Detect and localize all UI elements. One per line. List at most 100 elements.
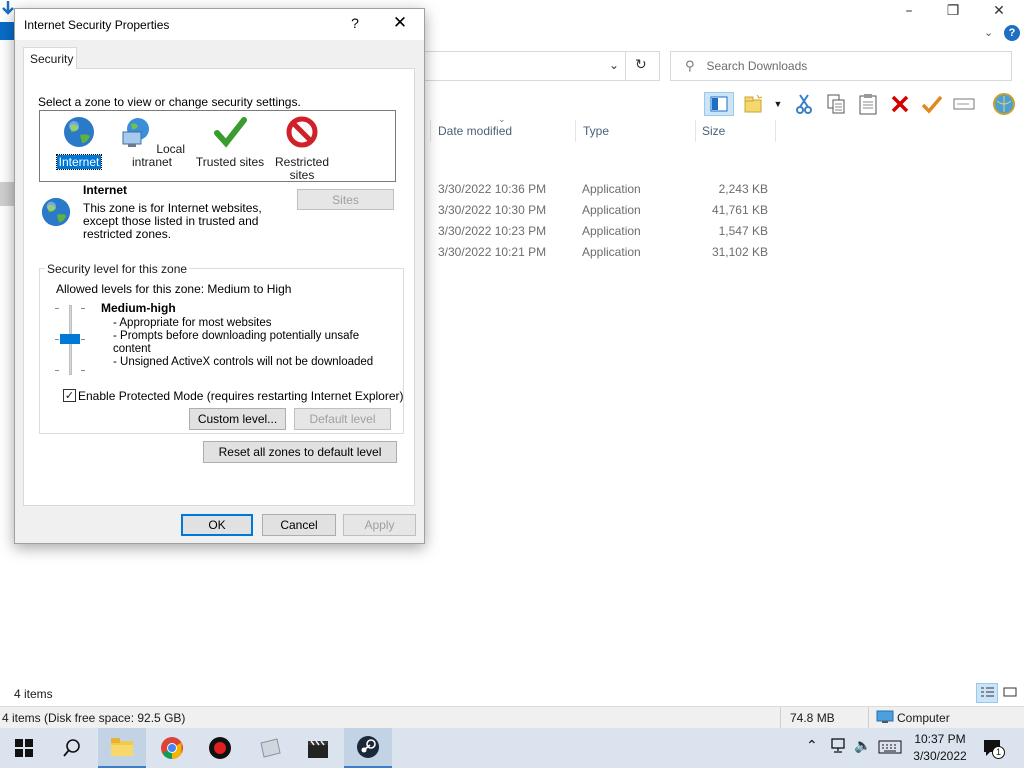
zone-list: Internet Local intranet Trusted sites Re… [39, 110, 396, 182]
search-input[interactable]: ⚲ Search Downloads [670, 51, 1012, 81]
address-bar[interactable]: ⌄ ↻ [424, 51, 660, 81]
security-level-name: Medium-high [101, 301, 176, 315]
rename-icon[interactable] [952, 92, 976, 116]
level-bullet: - Unsigned ActiveX controls will not be … [113, 356, 374, 368]
status-disk-space: 4 items (Disk free space: 92.5 GB) [2, 711, 186, 725]
system-clock[interactable]: 10:37 PM 3/30/2022 [908, 731, 972, 765]
zone-description-line1: This zone is for Internet websites, [83, 201, 262, 215]
zone-restricted-sites[interactable]: Restricted sites [272, 115, 332, 182]
keyboard-icon[interactable] [878, 740, 902, 758]
protected-mode-label: Enable Protected Mode (requires restarti… [78, 389, 404, 403]
item-count: 4 items [14, 687, 53, 701]
default-level-button[interactable]: Default level [294, 408, 391, 430]
zone-local-intranet[interactable]: Local intranet [116, 115, 188, 169]
folder-icon [111, 738, 133, 756]
computer-icon [876, 710, 894, 727]
file-size: 41,761 KB [711, 203, 768, 217]
file-explorer-taskbar-button[interactable] [98, 728, 146, 768]
start-button[interactable] [0, 728, 48, 768]
chrome-taskbar-button[interactable] [148, 728, 196, 768]
restricted-icon [286, 116, 318, 148]
tab-security[interactable]: Security [23, 47, 77, 69]
minimize-button[interactable]: – [886, 0, 932, 22]
reset-all-zones-button[interactable]: Reset all zones to default level [203, 441, 397, 463]
recorder-taskbar-button[interactable] [196, 728, 244, 768]
help-button[interactable]: ? [344, 15, 366, 31]
column-header-type[interactable]: Type [583, 124, 609, 142]
notification-center-icon[interactable]: 1 [982, 738, 1005, 763]
steam-taskbar-button[interactable] [344, 728, 392, 768]
close-icon[interactable]: ✕ [388, 13, 412, 33]
file-date: 3/30/2022 10:30 PM [438, 203, 547, 217]
status-location: Computer [897, 711, 950, 725]
windows-logo-icon [15, 739, 33, 757]
search-taskbar-button[interactable] [48, 728, 96, 768]
slider-thumb[interactable] [60, 334, 80, 344]
zone-label-line2: sites [289, 168, 315, 182]
level-bullet: - Prompts before downloading potentially… [113, 330, 360, 342]
chrome-icon [161, 737, 183, 759]
clock-date: 3/30/2022 [913, 749, 967, 763]
protected-mode-checkbox[interactable]: ✓ [63, 389, 76, 402]
dialog-title-bar: Internet Security Properties ? ✕ [15, 9, 424, 40]
network-icon[interactable] [830, 738, 848, 758]
dropdown-arrow-icon[interactable]: ▼ [772, 92, 784, 116]
record-icon [209, 737, 231, 759]
file-size: 31,102 KB [711, 245, 768, 259]
zone-label: Trusted sites [195, 155, 265, 169]
file-date: 3/30/2022 10:23 PM [438, 224, 547, 238]
zone-description-line2: except those listed in trusted and [83, 214, 259, 228]
ok-button[interactable]: OK [181, 514, 253, 536]
maximize-button[interactable]: ❐ [930, 0, 976, 22]
delete-icon[interactable] [888, 92, 912, 116]
zone-label: Internet [55, 154, 103, 170]
preview-pane-icon[interactable] [704, 92, 734, 116]
new-folder-icon[interactable] [742, 92, 766, 116]
column-header-date[interactable]: Date modified [438, 124, 512, 142]
search-placeholder: Search Downloads [706, 59, 808, 73]
tray-overflow-icon[interactable]: ⌃ [806, 738, 818, 754]
level-bullet: - Appropriate for most websites [113, 317, 272, 329]
quick-access-strip [0, 22, 14, 40]
file-size: 2,243 KB [718, 182, 768, 196]
copy-icon[interactable] [824, 92, 848, 116]
zone-description-line3: restricted zones. [83, 227, 172, 241]
file-type: Application [582, 203, 641, 217]
selected-zone-name: Internet [83, 183, 128, 197]
globe-icon [64, 117, 94, 147]
tablet-icon [260, 738, 281, 758]
file-type: Application [582, 245, 641, 259]
video-editor-taskbar-button[interactable] [294, 728, 342, 768]
refresh-icon[interactable]: ↻ [635, 57, 647, 73]
clapperboard-icon [308, 740, 328, 758]
help-icon[interactable]: ? [1004, 25, 1020, 41]
status-selection-size: 74.8 MB [790, 711, 835, 725]
close-window-button[interactable]: ✕ [976, 0, 1022, 22]
file-date: 3/30/2022 10:21 PM [438, 245, 547, 259]
large-icons-view-icon[interactable] [1002, 685, 1018, 702]
volume-icon[interactable]: 🔈 [854, 738, 871, 754]
sites-button[interactable]: Sites [297, 189, 394, 210]
left-nav-highlight [0, 182, 14, 206]
zone-trusted-sites[interactable]: Trusted sites [194, 115, 266, 169]
security-level-group-title: Security level for this zone [45, 262, 190, 276]
ribbon-expand-icon[interactable]: ⌄ [984, 26, 993, 39]
file-type: Application [582, 182, 641, 196]
cancel-button[interactable]: Cancel [262, 514, 336, 536]
allowed-levels-label: Allowed levels for this zone: Medium to … [56, 282, 292, 296]
column-header-size[interactable]: Size [702, 124, 725, 142]
checkmark-icon[interactable] [920, 92, 944, 116]
app-taskbar-button[interactable] [246, 728, 294, 768]
custom-level-button[interactable]: Custom level... [189, 408, 286, 430]
details-view-icon[interactable] [976, 683, 998, 703]
selected-zone-globe-icon [41, 197, 71, 227]
file-type: Application [582, 224, 641, 238]
shell-icon[interactable] [992, 92, 1016, 116]
paste-icon[interactable] [856, 92, 880, 116]
clock-time: 10:37 PM [914, 732, 966, 746]
cut-icon[interactable] [792, 92, 816, 116]
intranet-icon [122, 118, 149, 147]
zone-internet[interactable]: Internet [54, 115, 104, 170]
apply-button[interactable]: Apply [343, 514, 416, 536]
address-dropdown-icon[interactable]: ⌄ [609, 58, 619, 72]
